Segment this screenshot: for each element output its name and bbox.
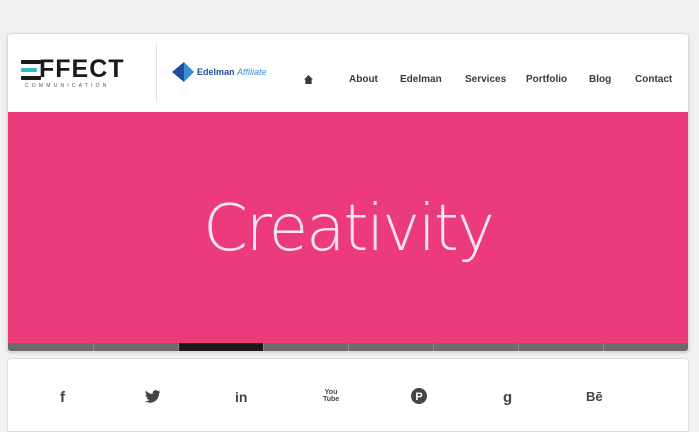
slider-pager-separator bbox=[263, 343, 264, 351]
google-icon[interactable]: g bbox=[503, 389, 512, 406]
slider-pager bbox=[8, 343, 688, 351]
slider-pager-dot[interactable] bbox=[178, 343, 263, 351]
slider-pager-separator bbox=[603, 343, 604, 351]
slider-pager-dot[interactable] bbox=[263, 343, 348, 351]
slider-pager-dot[interactable] bbox=[348, 343, 433, 351]
nav-edelman[interactable]: Edelman bbox=[400, 74, 442, 85]
logo-word: FFECT bbox=[39, 55, 125, 83]
slider-pager-separator bbox=[348, 343, 349, 351]
hero-headline: Creativity bbox=[203, 192, 495, 266]
slider-pager-separator bbox=[433, 343, 434, 351]
social-bar: f in You Tube P g Bē bbox=[7, 358, 689, 432]
home-icon[interactable] bbox=[304, 75, 313, 84]
hero-slider[interactable]: Creativity bbox=[8, 112, 688, 343]
edelman-affiliate-text: Edelman Affiliate bbox=[197, 67, 267, 77]
header-divider bbox=[156, 44, 157, 102]
facebook-icon[interactable]: f bbox=[60, 389, 65, 406]
slider-pager-separator bbox=[518, 343, 519, 351]
effect-logo[interactable]: FFECT COMMUNICATION bbox=[21, 56, 151, 96]
slider-pager-dot[interactable] bbox=[433, 343, 518, 351]
pinterest-glyph: P bbox=[415, 391, 422, 403]
logo-subtitle: COMMUNICATION bbox=[25, 83, 110, 89]
nav-about[interactable]: About bbox=[349, 74, 378, 85]
edelman-mark-icon bbox=[172, 62, 194, 82]
nav-services[interactable]: Services bbox=[465, 74, 506, 85]
slider-pager-separator bbox=[178, 343, 179, 351]
site-header: FFECT COMMUNICATION Edelman Affiliate Ab… bbox=[8, 34, 688, 112]
edelman-light: Affiliate bbox=[237, 67, 267, 77]
edelman-affiliate-logo[interactable]: Edelman Affiliate bbox=[172, 62, 282, 84]
slider-pager-dot[interactable] bbox=[518, 343, 603, 351]
slider-pager-dot[interactable] bbox=[8, 343, 93, 351]
nav-blog[interactable]: Blog bbox=[589, 74, 611, 85]
slider-pager-separator bbox=[93, 343, 94, 351]
edelman-strong: Edelman bbox=[197, 67, 235, 77]
twitter-icon[interactable] bbox=[145, 390, 161, 403]
linkedin-icon[interactable]: in bbox=[235, 389, 247, 405]
slider-pager-dot[interactable] bbox=[93, 343, 178, 351]
behance-icon[interactable]: Bē bbox=[586, 389, 603, 404]
slider-pager-dot[interactable] bbox=[603, 343, 688, 351]
nav-portfolio[interactable]: Portfolio bbox=[526, 74, 567, 85]
youtube-icon[interactable]: You Tube bbox=[323, 389, 339, 403]
pinterest-icon[interactable]: P bbox=[411, 388, 427, 404]
nav-contact[interactable]: Contact bbox=[635, 74, 672, 85]
site-frame: FFECT COMMUNICATION Edelman Affiliate Ab… bbox=[7, 33, 689, 352]
